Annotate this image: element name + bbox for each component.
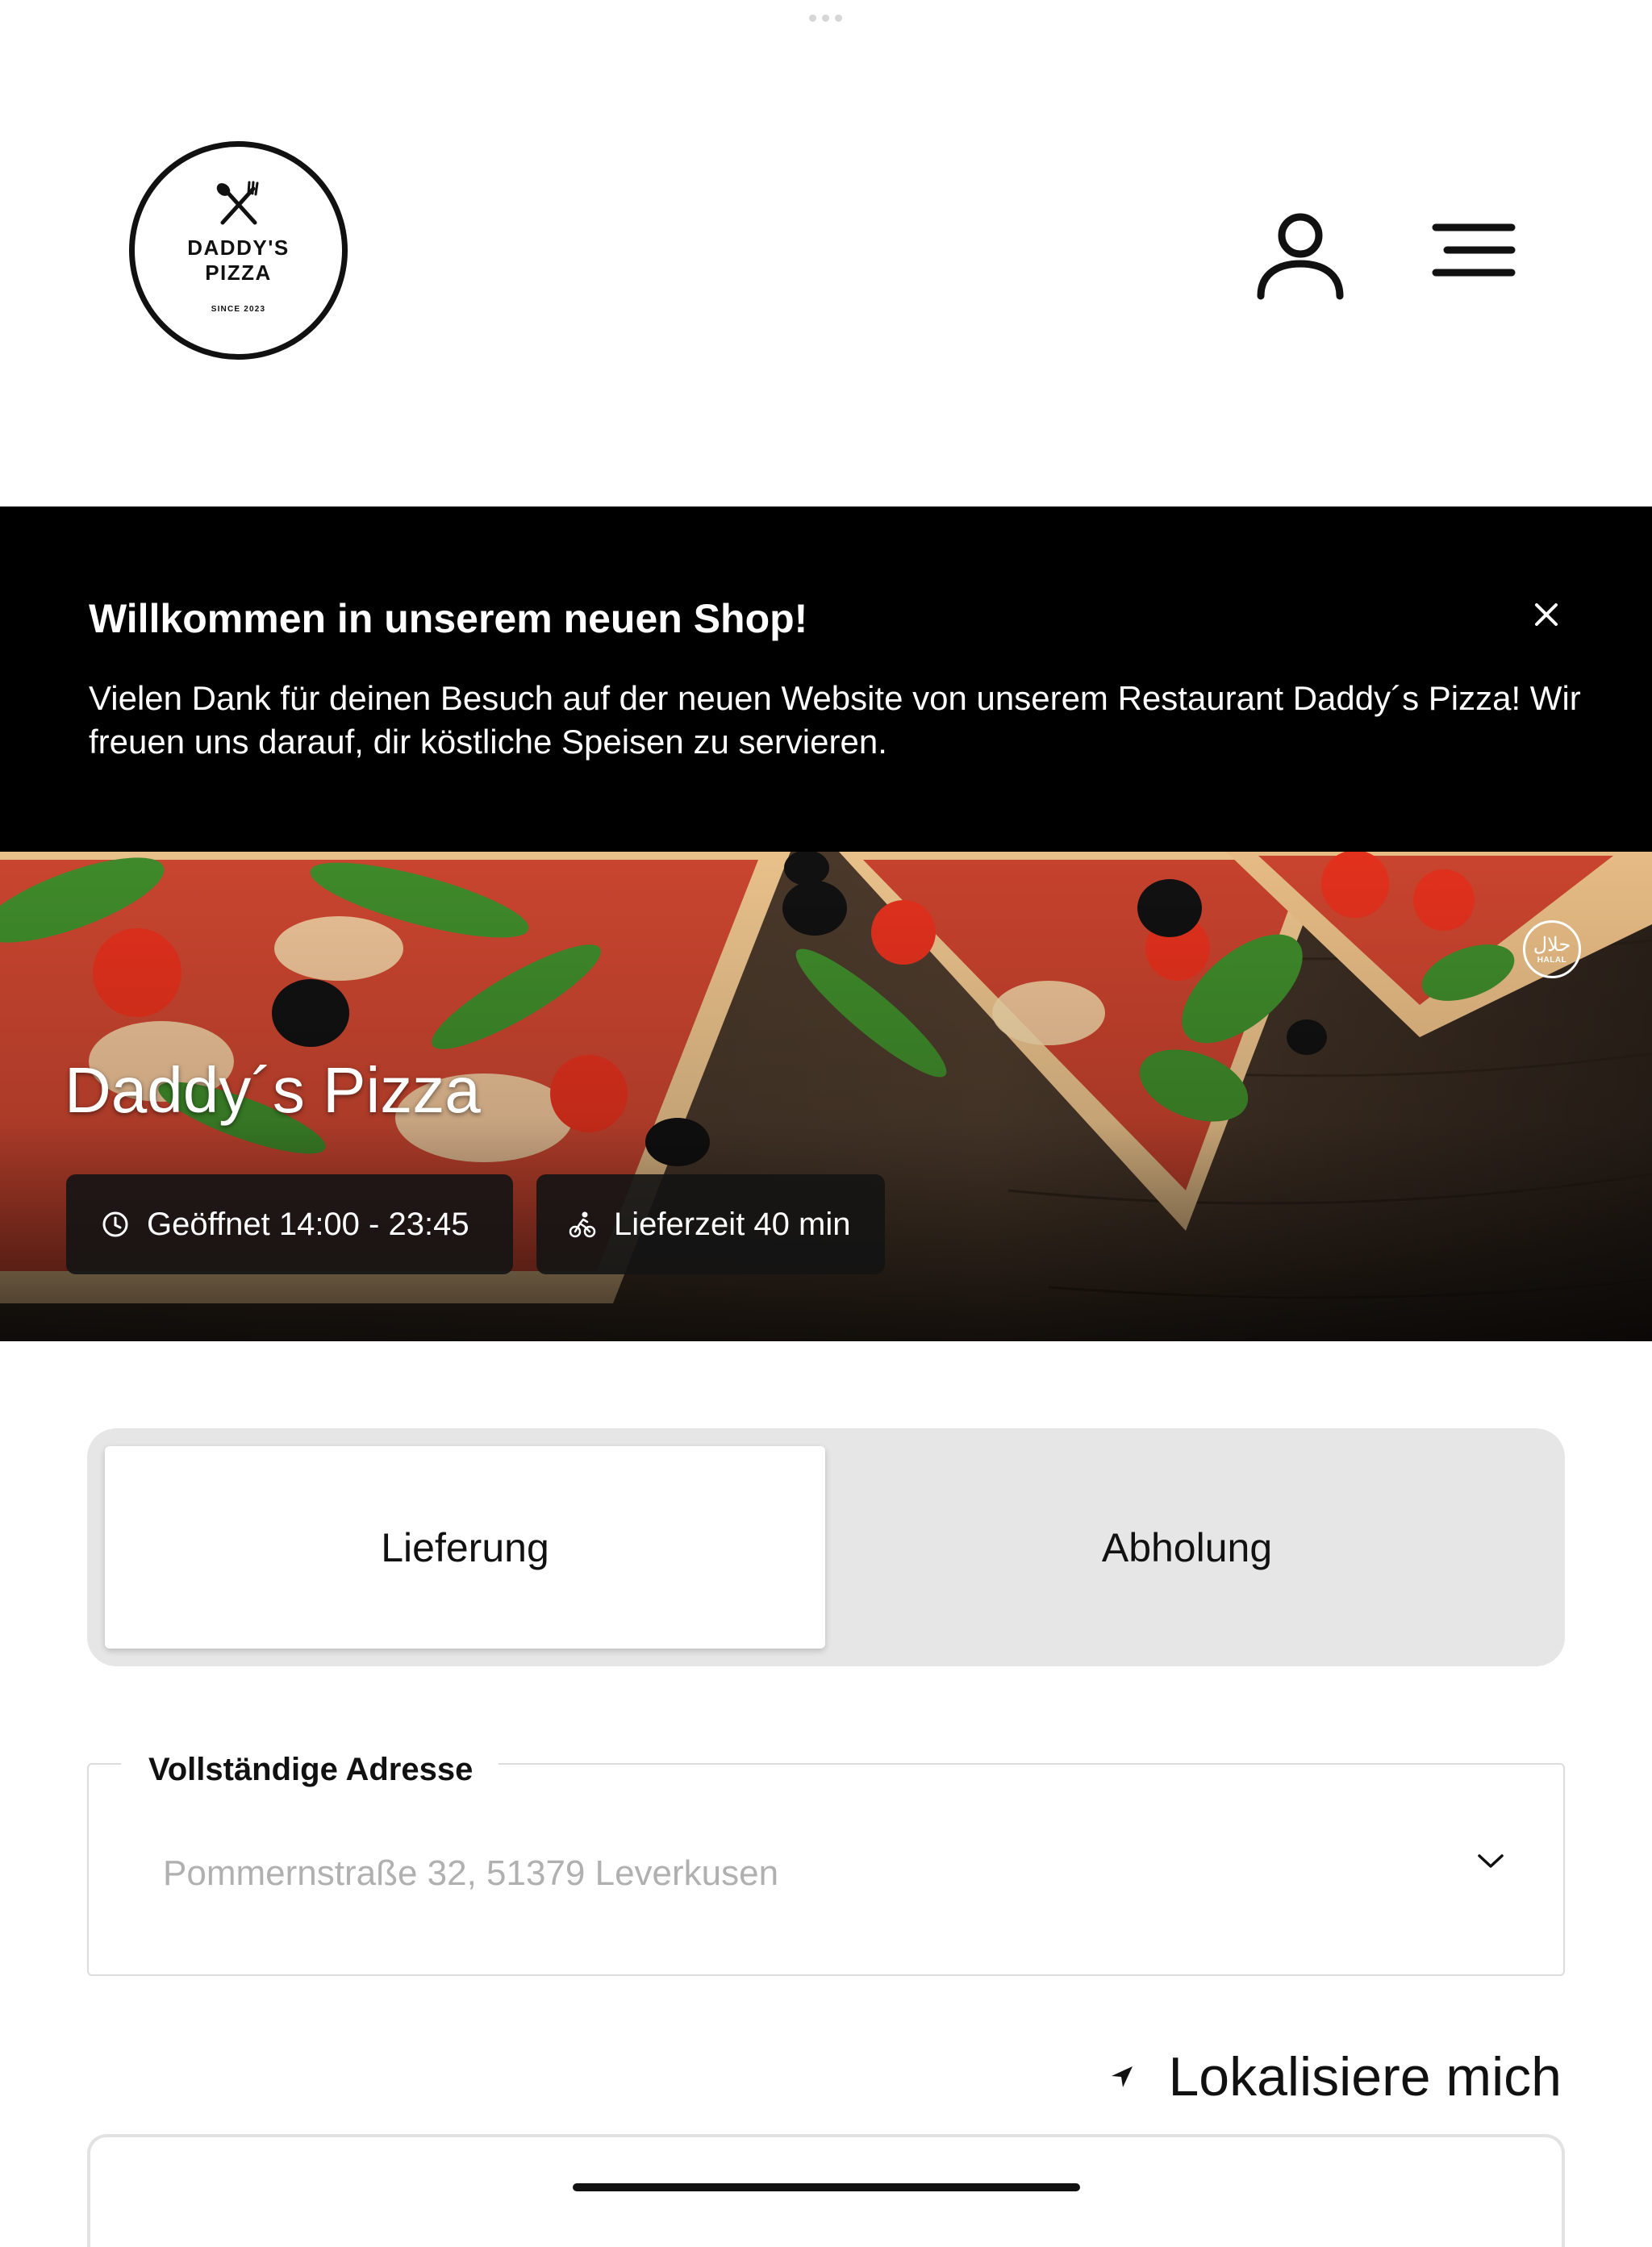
multitasking-dots[interactable] bbox=[809, 15, 842, 22]
address-field[interactable]: Vollständige Adresse Pommernstraße 32, 5… bbox=[87, 1747, 1565, 1976]
delivery-time-chip: Lieferzeit 40 min bbox=[536, 1174, 885, 1274]
halal-badge-label: HALAL bbox=[1537, 955, 1567, 965]
location-arrow-icon bbox=[1112, 2066, 1133, 2087]
delivery-bike-icon bbox=[569, 1211, 596, 1238]
banner-text: Vielen Dank für deinen Besuch auf der ne… bbox=[89, 679, 1581, 761]
close-icon bbox=[1535, 603, 1558, 626]
logo-line-2: PIZZA bbox=[205, 261, 272, 285]
delivery-time-text: Lieferzeit 40 min bbox=[614, 1206, 851, 1242]
logo-line-1: DADDY'S bbox=[187, 236, 290, 260]
user-icon bbox=[1257, 213, 1344, 300]
opening-hours-chip: Geöffnet 14:00 - 23:45 bbox=[66, 1174, 513, 1274]
menu-button[interactable] bbox=[1429, 220, 1518, 281]
restaurant-logo[interactable]: DADDY'S PIZZA SINCE 2023 bbox=[129, 141, 348, 360]
account-button[interactable] bbox=[1254, 206, 1347, 302]
banner-title: Willkommen in unserem neuen Shop! bbox=[89, 596, 808, 641]
order-mode-toggle: Lieferung Abholung bbox=[87, 1428, 1565, 1666]
clock-icon bbox=[102, 1211, 128, 1237]
tab-delivery[interactable]: Lieferung bbox=[105, 1446, 825, 1649]
halal-badge-arabic: حلال bbox=[1533, 933, 1571, 956]
logo-tagline: SINCE 2023 bbox=[211, 305, 266, 314]
tab-pickup[interactable]: Abholung bbox=[827, 1446, 1547, 1649]
address-placeholder: Pommernstraße 32, 51379 Leverkusen bbox=[163, 1853, 779, 1893]
address-label: Vollständige Adresse bbox=[121, 1747, 499, 1792]
locate-me-button[interactable]: Lokalisiere mich bbox=[1110, 2045, 1562, 2108]
home-indicator[interactable] bbox=[573, 2183, 1080, 2191]
banner-close-button[interactable] bbox=[1533, 601, 1560, 628]
welcome-banner: Willkommen in unserem neuen Shop! Vielen… bbox=[0, 507, 1652, 852]
halal-badge: حلال HALAL bbox=[1523, 920, 1581, 978]
locate-me-label: Lokalisiere mich bbox=[1168, 2046, 1562, 2107]
chevron-down-icon[interactable] bbox=[1475, 1852, 1507, 1871]
fork-spoon-icon bbox=[216, 181, 258, 225]
opening-hours-text: Geöffnet 14:00 - 23:45 bbox=[147, 1206, 469, 1242]
menu-icon bbox=[1432, 223, 1516, 277]
restaurant-name: Daddy´s Pizza bbox=[65, 1054, 481, 1126]
